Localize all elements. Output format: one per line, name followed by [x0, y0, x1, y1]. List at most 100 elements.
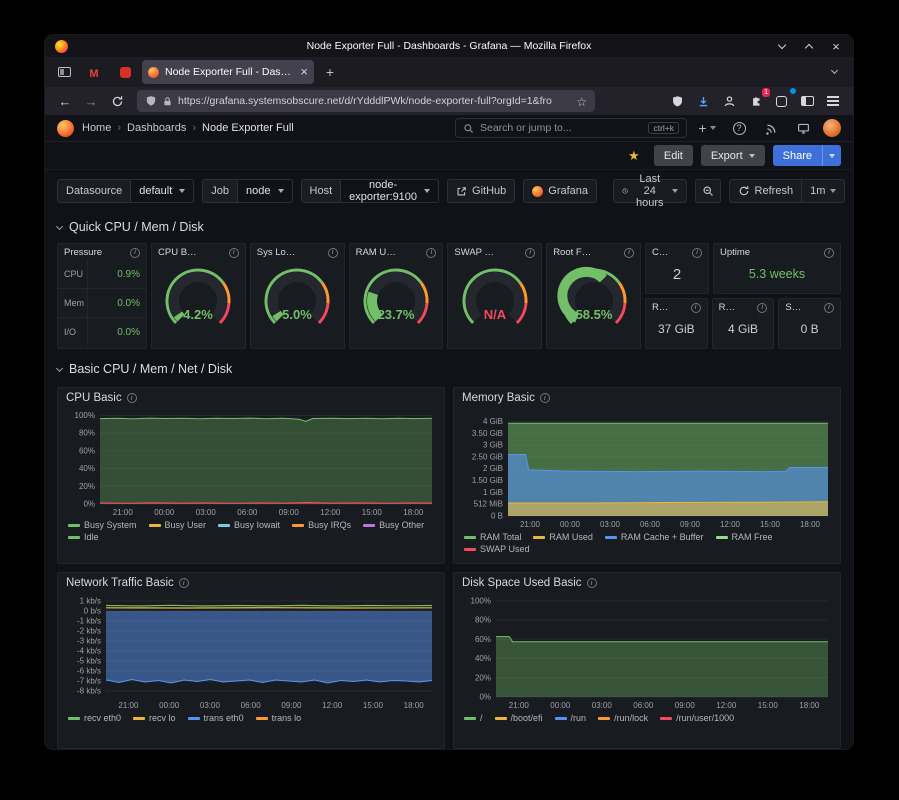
search-input[interactable]: [480, 122, 642, 134]
panel-header[interactable]: SWAP …: [448, 244, 541, 258]
help-button[interactable]: [727, 117, 751, 139]
info-icon[interactable]: [525, 248, 535, 258]
share-menu-button[interactable]: [822, 145, 841, 166]
legend-item[interactable]: Busy Other: [363, 520, 424, 530]
window-close-button[interactable]: [829, 39, 843, 53]
time-range-picker[interactable]: Last 24 hours: [613, 179, 687, 203]
window-maximize-button[interactable]: [802, 39, 816, 53]
info-icon[interactable]: [179, 578, 189, 588]
legend-item[interactable]: recv eth0: [68, 713, 121, 723]
panel-header[interactable]: Disk Space Used Basic: [454, 573, 840, 591]
adblock-extension-icon[interactable]: [665, 90, 689, 112]
grafana-logo-icon[interactable]: [57, 120, 74, 137]
info-icon[interactable]: [127, 393, 137, 403]
panel-header[interactable]: R…: [713, 299, 774, 313]
legend-item[interactable]: /run/user/1000: [660, 713, 734, 723]
legend-item[interactable]: trans lo: [256, 713, 302, 723]
panel-header[interactable]: S…: [779, 299, 840, 313]
search-box[interactable]: ctrl+k: [455, 118, 687, 138]
grafana-link-button[interactable]: Grafana: [523, 179, 597, 203]
tab-close-button[interactable]: [300, 65, 308, 79]
host-select[interactable]: node-exporter:9100: [340, 179, 439, 203]
info-icon[interactable]: [426, 248, 436, 258]
legend-item[interactable]: trans eth0: [188, 713, 244, 723]
downloads-button[interactable]: [691, 90, 715, 112]
breadcrumb-home[interactable]: Home: [82, 122, 111, 134]
legend-item[interactable]: Busy User: [149, 520, 207, 530]
legend-item[interactable]: /boot/efi: [495, 713, 543, 723]
breadcrumb-dashboards[interactable]: Dashboards: [127, 122, 186, 134]
app-menu-button[interactable]: [821, 90, 845, 112]
window-minimize-button[interactable]: [775, 39, 789, 53]
tracking-protection-shield-icon[interactable]: [145, 95, 157, 107]
edit-button[interactable]: Edit: [654, 145, 693, 166]
info-icon[interactable]: [692, 248, 702, 258]
export-button[interactable]: Export: [701, 145, 765, 166]
new-tab-button[interactable]: [317, 60, 343, 84]
url-bar[interactable]: https://grafana.systemsobscure.net/d/rYd…: [137, 90, 595, 112]
info-icon[interactable]: [229, 248, 239, 258]
legend-item[interactable]: Busy System: [68, 520, 137, 530]
zoom-out-button[interactable]: [695, 179, 721, 203]
legend-item[interactable]: /: [464, 713, 483, 723]
cpu-basic-chart[interactable]: 0%20%40%60%80%100%21:0000:0003:0006:0009…: [66, 408, 438, 518]
legend-item[interactable]: SWAP Used: [464, 544, 530, 554]
legend-item[interactable]: recv lo: [133, 713, 176, 723]
refresh-button[interactable]: Refresh: [729, 179, 803, 203]
forward-button[interactable]: [79, 90, 103, 112]
reload-button[interactable]: [105, 90, 129, 112]
bookmark-star-button[interactable]: [576, 94, 587, 109]
panel-header[interactable]: Network Traffic Basic: [58, 573, 444, 591]
legend-item[interactable]: RAM Cache + Buffer: [605, 532, 704, 542]
panel-header[interactable]: CPU Basic: [58, 388, 444, 406]
panel-header[interactable]: Sys Lo…: [251, 244, 344, 258]
job-select[interactable]: node: [237, 179, 292, 203]
info-icon[interactable]: [824, 248, 834, 258]
section-basic[interactable]: Basic CPU / Mem / Net / Disk: [57, 357, 841, 381]
pinned-tab-gmail[interactable]: [80, 60, 108, 84]
legend-item[interactable]: /run: [555, 713, 587, 723]
panel-header[interactable]: CPU B…: [152, 244, 245, 258]
info-icon[interactable]: [540, 393, 550, 403]
panel-header[interactable]: Pressure: [58, 244, 146, 258]
firefox-view-button[interactable]: [51, 60, 77, 84]
panel-header[interactable]: R…: [646, 299, 707, 313]
info-icon[interactable]: [587, 578, 597, 588]
legend-item[interactable]: Idle: [68, 532, 99, 542]
legend-item[interactable]: RAM Free: [716, 532, 773, 542]
disk-basic-chart[interactable]: 0%20%40%60%80%100%21:0000:0003:0006:0009…: [462, 593, 834, 711]
news-button[interactable]: [759, 117, 783, 139]
panel-header[interactable]: Uptime: [714, 244, 840, 258]
container-extension-button[interactable]: [769, 90, 793, 112]
datasource-select[interactable]: default: [130, 179, 194, 203]
info-icon[interactable]: [824, 303, 834, 313]
panel-header[interactable]: Memory Basic: [454, 388, 840, 406]
window-titlebar[interactable]: Node Exporter Full - Dashboards - Grafan…: [45, 35, 853, 57]
extensions-button[interactable]: 1: [743, 90, 767, 112]
legend-item[interactable]: Busy Iowait: [218, 520, 280, 530]
legend-item[interactable]: RAM Total: [464, 532, 521, 542]
info-icon[interactable]: [130, 248, 140, 258]
pinned-tab-app[interactable]: [111, 60, 139, 84]
legend-item[interactable]: /run/lock: [598, 713, 648, 723]
info-icon[interactable]: [624, 248, 634, 258]
memory-basic-chart[interactable]: 0 B512 MiB1 GiB1.50 GiB2 GiB2.50 GiB3 Gi…: [462, 408, 834, 530]
info-icon[interactable]: [328, 248, 338, 258]
share-button[interactable]: Share: [773, 145, 822, 166]
favorite-button[interactable]: [622, 145, 646, 167]
network-basic-chart[interactable]: 1 kb/s0 b/s-1 kb/s-2 kb/s-3 kb/s-4 kb/s-…: [66, 593, 438, 711]
display-button[interactable]: [791, 117, 815, 139]
panel-header[interactable]: RAM U…: [350, 244, 443, 258]
sidebar-button[interactable]: [795, 90, 819, 112]
add-button[interactable]: [695, 117, 719, 139]
user-avatar[interactable]: [823, 119, 841, 137]
lock-icon[interactable]: [162, 96, 173, 107]
github-link-button[interactable]: GitHub: [447, 179, 515, 203]
back-button[interactable]: [53, 90, 77, 112]
account-button[interactable]: [717, 90, 741, 112]
legend-item[interactable]: Busy IRQs: [292, 520, 351, 530]
info-icon[interactable]: [757, 303, 767, 313]
section-quick[interactable]: Quick CPU / Mem / Disk: [57, 215, 841, 239]
refresh-interval-select[interactable]: 1m: [802, 179, 845, 203]
legend-item[interactable]: RAM Used: [533, 532, 593, 542]
